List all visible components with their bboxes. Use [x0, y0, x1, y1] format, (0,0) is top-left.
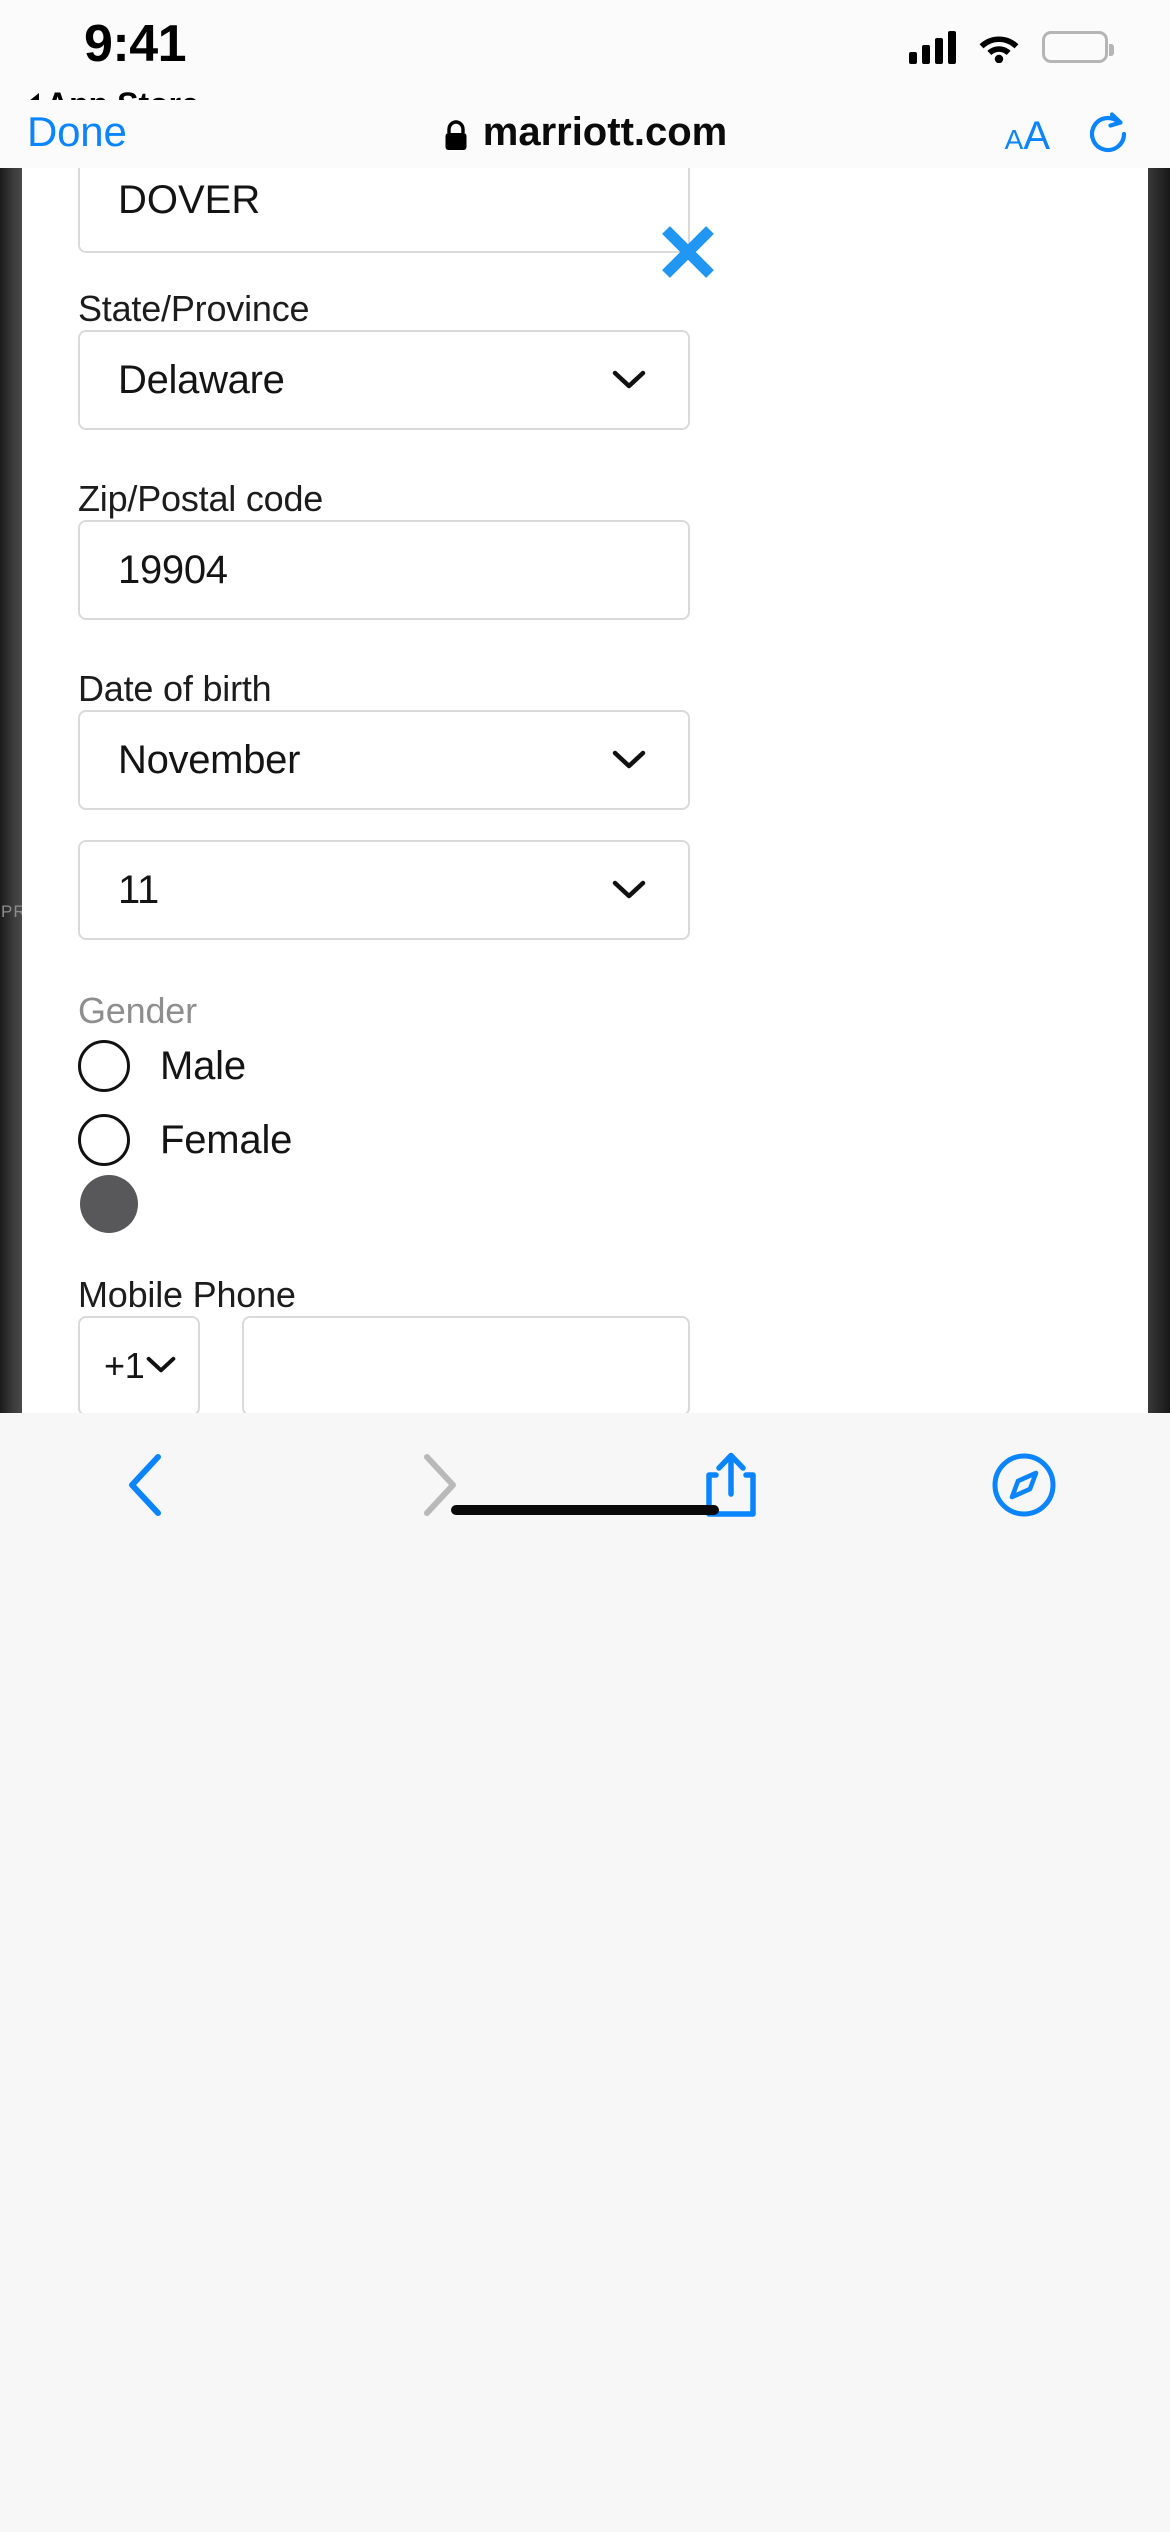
date-of-birth-month-select[interactable]: November: [78, 710, 690, 810]
status-bar: 9:41 App Store: [0, 0, 1170, 122]
lock-icon: [443, 117, 469, 150]
radio-button-outline-icon: [78, 1114, 130, 1166]
home-indicator: [451, 1505, 719, 1515]
close-x-icon: [662, 226, 714, 278]
safari-navigation-bar: Done marriott.com A A: [0, 100, 1170, 168]
web-content-viewport[interactable]: PR DOVER State/Province Delaware Zip/Pos…: [0, 168, 1170, 1413]
text-size-small-a: A: [1004, 124, 1024, 155]
zip-postal-code-value: 19904: [118, 547, 228, 592]
zip-postal-code-label: Zip/Postal code: [78, 478, 324, 519]
chevron-down-icon: [612, 749, 646, 771]
date-of-birth-day-value: 11: [118, 867, 159, 912]
mobile-phone-label: Mobile Phone: [78, 1274, 296, 1315]
status-bar-time: 9:41: [84, 15, 187, 73]
tabs-button[interactable]: [878, 1425, 1170, 1545]
cellular-signal-icon: [909, 30, 956, 64]
gender-option-female-label: Female: [160, 1117, 293, 1162]
gender-label: Gender: [78, 990, 197, 1031]
status-bar-indicators: [909, 30, 1114, 64]
chevron-left-icon: [129, 1454, 162, 1516]
state-province-value: Delaware: [118, 357, 285, 402]
date-of-birth-label: Date of birth: [78, 668, 272, 709]
toolbar-buttons: [0, 1425, 1170, 1545]
state-province-label: State/Province: [78, 288, 310, 329]
mobile-phone-country-code-value: +1: [104, 1345, 145, 1386]
text-size-button[interactable]: A A: [1005, 114, 1050, 159]
mobile-phone-number-input[interactable]: [242, 1316, 690, 1413]
wifi-icon: [978, 31, 1020, 64]
text-size-large-a: A: [1023, 114, 1050, 158]
url-display[interactable]: marriott.com: [0, 110, 1170, 155]
gender-option-male-label: Male: [160, 1043, 246, 1088]
safari-bottom-toolbar: [0, 1413, 1170, 2532]
reload-button[interactable]: [1084, 110, 1132, 158]
radio-selected-indicator-icon: [80, 1175, 138, 1233]
chevron-down-icon: [612, 879, 646, 901]
share-button[interactable]: [585, 1425, 878, 1545]
forward-button[interactable]: [293, 1425, 586, 1545]
mobile-phone-country-code-select[interactable]: +1: [78, 1316, 200, 1413]
zip-postal-code-input[interactable]: 19904: [78, 520, 690, 620]
iphone-screen: 9:41 App Store Done: [0, 0, 1170, 2532]
gender-option-male[interactable]: Male: [78, 1040, 246, 1092]
chevron-down-icon: [146, 1355, 180, 1377]
clear-city-button[interactable]: [656, 220, 720, 284]
date-of-birth-day-select[interactable]: 11: [78, 840, 690, 940]
state-province-select[interactable]: Delaware: [78, 330, 690, 430]
page-right-shadow: [1148, 168, 1170, 1413]
page-card: DOVER State/Province Delaware Zip/Postal…: [22, 168, 1148, 1413]
city-input[interactable]: DOVER: [78, 168, 690, 253]
battery-full-icon: [1042, 31, 1114, 63]
url-text: marriott.com: [482, 110, 728, 154]
back-button[interactable]: [0, 1425, 293, 1545]
chevron-down-icon: [612, 369, 646, 391]
page-left-shadow: [0, 168, 22, 1413]
compass-icon: [992, 1453, 1056, 1517]
radio-button-unselected-icon: [78, 1040, 130, 1092]
gender-option-female[interactable]: Female: [78, 1114, 292, 1166]
date-of-birth-month-value: November: [118, 737, 301, 782]
city-value: DOVER: [118, 178, 261, 222]
reload-icon: [1089, 112, 1127, 153]
